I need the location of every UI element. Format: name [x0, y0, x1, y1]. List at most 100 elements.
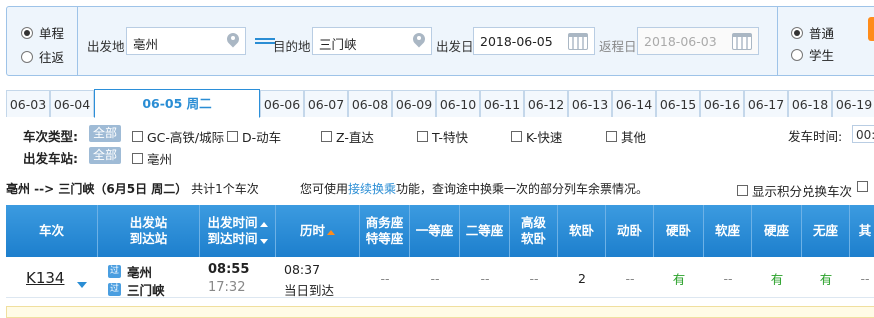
sort-up-icon [327, 223, 335, 239]
checkbox-icon [606, 131, 617, 142]
date-tab[interactable]: 06-11 [480, 90, 524, 117]
date-tab[interactable]: 06-17 [744, 90, 788, 117]
expand-stops-icon[interactable] [77, 282, 87, 288]
col-premium-sleeper-label: 软卧 [520, 231, 546, 246]
date-tab[interactable]: 06-05 周二 [94, 89, 260, 118]
col-other-label: 其 [858, 223, 872, 238]
col-station-from: 出发站 [129, 215, 168, 230]
checkbox-icon [321, 131, 332, 142]
col-soft-sleeper-label: 软卧 [568, 223, 594, 238]
seat-second: -- [480, 270, 490, 286]
checkbox-icon [417, 131, 428, 142]
date-tab[interactable]: 06-06 [260, 90, 304, 117]
train-type-label-text: K-快速 [526, 130, 563, 145]
notice-bar [6, 306, 874, 318]
col-business-label: 商务座 [365, 215, 404, 230]
trip-type-roundtrip[interactable]: 往返 [21, 47, 64, 66]
depart-station-all-button[interactable]: 全部 [89, 147, 122, 164]
pass-badge: 过 [108, 265, 121, 278]
seat-other: -- [860, 270, 870, 286]
date-tab[interactable]: 06-16 [700, 90, 744, 117]
train-type-checkbox[interactable]: GC-高铁/城际 [132, 127, 224, 146]
col-duration[interactable]: 历时 [276, 205, 360, 257]
train-type-label-text: GC-高铁/城际 [147, 130, 225, 145]
transfer-link[interactable]: 接续换乘 [348, 182, 396, 196]
col-arrive-time: 到达时间 [207, 231, 258, 246]
depart-time-label: 发车时间: [788, 129, 843, 144]
passenger-normal[interactable]: 普通 [791, 23, 834, 42]
from-station-input[interactable]: 亳州 [126, 27, 246, 55]
depart-time-select[interactable]: 00: [852, 125, 874, 143]
calendar-icon[interactable] [568, 33, 588, 50]
results-table-header: 车次 出发站 到达站 出发时间 到达时间 历时 商务座 特等座 一等座 二等座 … [6, 205, 874, 257]
train-number-link[interactable]: K134 [26, 269, 64, 287]
col-premium-label: 高级 [520, 215, 546, 230]
date-tab[interactable]: 06-13 [568, 90, 612, 117]
location-pin-icon [413, 33, 425, 49]
seat-emu-sleeper: -- [625, 270, 635, 286]
duration: 08:37 [284, 262, 321, 277]
date-tab[interactable]: 06-18 [788, 90, 832, 117]
date-tab[interactable]: 06-19 [832, 90, 874, 117]
depart-station-checkbox[interactable]: 亳州 [132, 149, 172, 168]
return-date-value: 2018-06-03 [644, 34, 717, 49]
seat-business: -- [380, 270, 390, 286]
train-type-checkbox[interactable]: 其他 [606, 127, 646, 146]
trip-type-oneway[interactable]: 单程 [21, 23, 64, 42]
col-times[interactable]: 出发时间 到达时间 [200, 205, 276, 257]
date-tab[interactable]: 06-15 [656, 90, 700, 117]
tip-prefix: 您可使用 [300, 182, 349, 196]
calendar-icon[interactable] [732, 33, 752, 50]
col-stations: 出发站 到达站 [98, 205, 200, 257]
date-tab[interactable]: 06-08 [348, 90, 392, 117]
col-second: 二等座 [460, 205, 510, 257]
date-tab[interactable]: 06-14 [612, 90, 656, 117]
seat-soft-seat: -- [723, 270, 733, 286]
col-first: 一等座 [410, 205, 460, 257]
date-tab[interactable]: 06-04 [50, 90, 94, 117]
depart-date-input[interactable]: 2018-06-05 [473, 27, 595, 55]
col-train-label: 车次 [38, 223, 64, 238]
date-tab[interactable]: 06-10 [436, 90, 480, 117]
date-tab[interactable]: 06-03 [6, 90, 50, 117]
date-tabs: 06-03 06-04 06-05 周二 06-06 06-07 06-08 06-09 06… [6, 89, 874, 118]
train-type-checkbox[interactable]: K-快速 [511, 127, 562, 146]
table-row: K134 过 亳州 过 三门峡 08:55 17:32 08:37 当日到达 -… [6, 258, 874, 298]
swap-stations-icon[interactable] [255, 36, 275, 48]
train-type-label-text: D-动车 [242, 130, 282, 145]
train-type-checkbox[interactable]: Z-直达 [321, 127, 374, 146]
train-type-checkbox[interactable]: T-特快 [417, 127, 468, 146]
train-type-label-text: 其他 [621, 130, 647, 145]
search-button[interactable] [868, 17, 874, 41]
extra-checkbox[interactable] [857, 181, 872, 192]
date-tab[interactable]: 06-07 [304, 90, 348, 117]
transfer-tip: 您可使用接续换乘功能，查询途中换乘一次的部分列车余票情况。 [300, 180, 648, 197]
arrive-time: 17:32 [208, 280, 246, 295]
train-type-all-button[interactable]: 全部 [89, 125, 122, 142]
depart-date-value: 2018-06-05 [480, 34, 553, 49]
col-emu-sleeper: 动卧 [606, 205, 654, 257]
from-station-value: 亳州 [133, 37, 159, 52]
date-tab[interactable]: 06-09 [392, 90, 436, 117]
col-no-seat-label: 无座 [812, 223, 838, 238]
depart-time-value: 00: [856, 128, 874, 142]
show-points-checkbox[interactable]: 显示积分兑换车次 [737, 181, 852, 200]
trip-type-roundtrip-label: 往返 [39, 50, 65, 65]
seat-hard-sleeper: 有 [672, 271, 686, 287]
from-label: 出发地 [87, 39, 125, 54]
sort-up-icon [259, 215, 268, 231]
radio-icon [791, 26, 803, 39]
depart-station-label: 出发车站: [23, 151, 78, 166]
date-tab[interactable]: 06-12 [524, 90, 568, 117]
col-train[interactable]: 车次 [6, 205, 98, 257]
seat-premium-sleeper: -- [529, 270, 539, 286]
radio-icon [21, 50, 33, 63]
passenger-student[interactable]: 学生 [791, 45, 834, 64]
passenger-student-label: 学生 [809, 48, 835, 63]
col-second-label: 二等座 [465, 223, 504, 238]
to-station-input[interactable]: 三门峡 [312, 27, 432, 55]
col-soft-seat-label: 软座 [714, 223, 740, 238]
train-type-checkbox[interactable]: D-动车 [227, 127, 281, 146]
return-date-input[interactable]: 2018-06-03 [637, 27, 759, 55]
col-premium-sleeper: 高级 软卧 [510, 205, 558, 257]
